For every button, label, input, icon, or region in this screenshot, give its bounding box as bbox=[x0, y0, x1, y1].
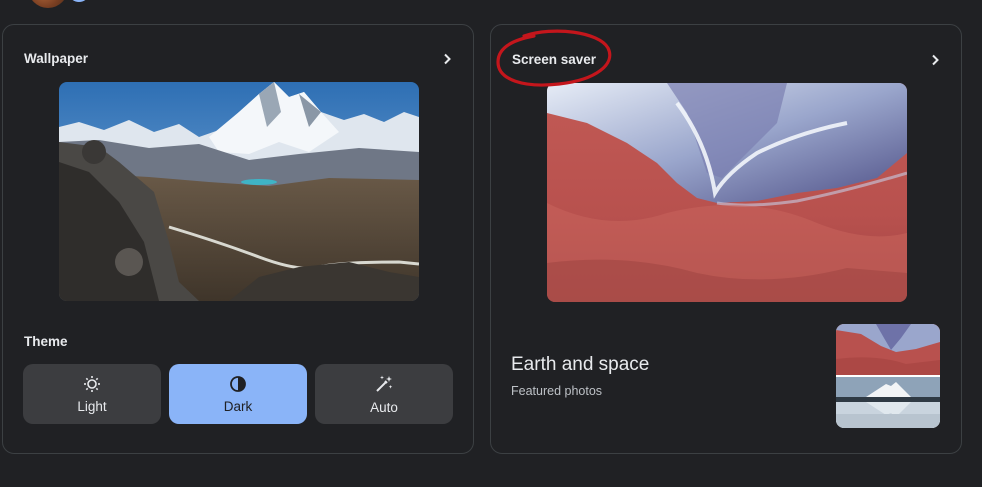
wallpaper-card: Wallpaper Theme Light Dark Auto bbox=[2, 24, 474, 454]
account-avatar[interactable] bbox=[22, 0, 92, 12]
wallpaper-open-button[interactable] bbox=[439, 51, 455, 67]
screensaver-open-button[interactable] bbox=[927, 52, 943, 68]
mountain-image bbox=[59, 82, 419, 301]
avatar-photo bbox=[28, 0, 68, 8]
theme-auto-button[interactable]: Auto bbox=[315, 364, 453, 424]
album-title: Earth and space bbox=[511, 354, 650, 375]
screensaver-preview[interactable] bbox=[547, 83, 907, 302]
wallpaper-preview[interactable] bbox=[59, 82, 419, 301]
album-thumbnail[interactable] bbox=[836, 324, 940, 428]
contrast-icon bbox=[230, 375, 246, 392]
theme-auto-label: Auto bbox=[370, 399, 398, 415]
theme-label: Theme bbox=[24, 334, 68, 349]
magic-wand-icon bbox=[376, 375, 393, 392]
theme-light-button[interactable]: Light bbox=[23, 364, 161, 424]
chevron-right-icon bbox=[932, 54, 939, 66]
theme-dark-label: Dark bbox=[223, 398, 253, 414]
brightness-icon bbox=[84, 375, 100, 392]
screensaver-title: Screen saver bbox=[512, 52, 597, 67]
album-subtitle: Featured photos bbox=[511, 384, 603, 398]
theme-dark-button[interactable]: Dark bbox=[169, 364, 307, 424]
album-collage-image bbox=[836, 324, 940, 428]
wallpaper-title: Wallpaper bbox=[24, 51, 89, 66]
chevron-right-icon bbox=[444, 53, 451, 65]
theme-light-label: Light bbox=[77, 398, 107, 414]
screensaver-card: Screen saver Earth and space Featured ph… bbox=[490, 24, 962, 454]
personalization-page: Wallpaper Theme Light Dark Auto Screen s… bbox=[0, 0, 982, 487]
pencil-icon bbox=[73, 0, 85, 2]
edit-avatar-button[interactable] bbox=[66, 0, 92, 4]
aerial-earth-image bbox=[547, 83, 907, 302]
